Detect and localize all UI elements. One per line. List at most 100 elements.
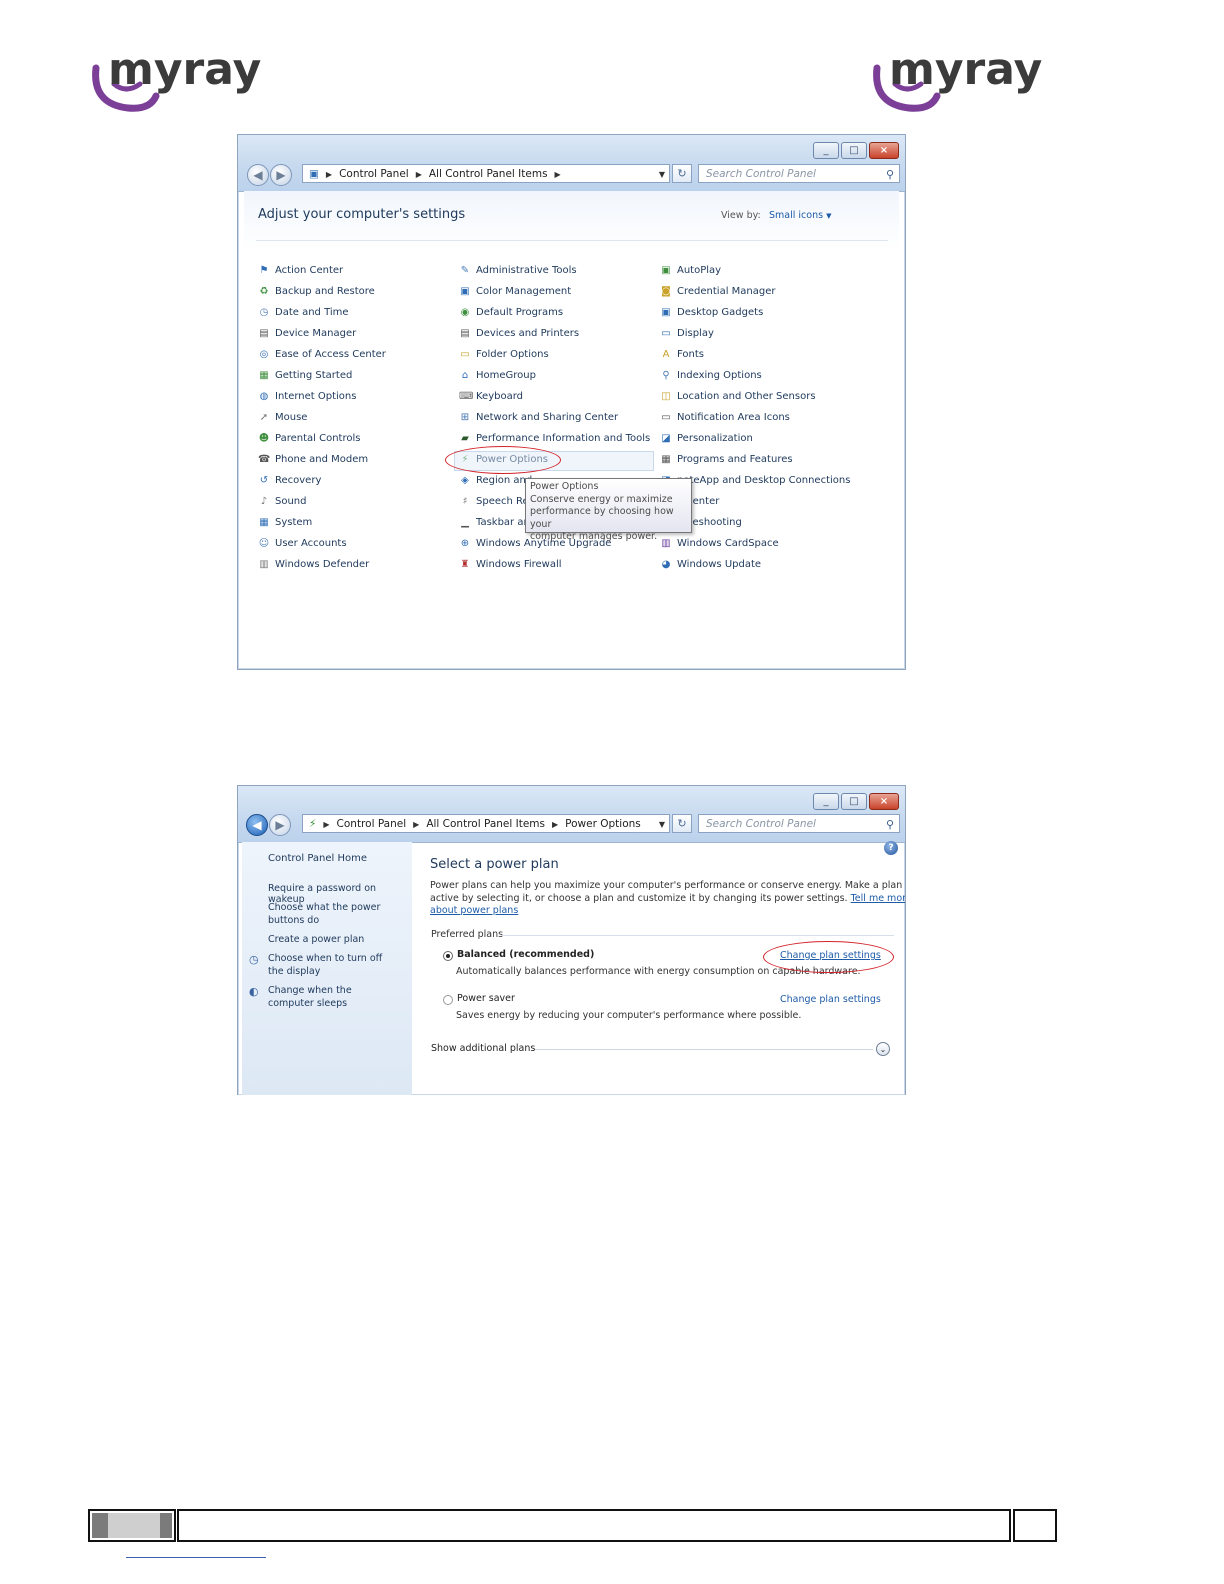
cp-item-sound[interactable]: ♪ Sound xyxy=(258,495,307,509)
search-input[interactable]: Search Control Panel ⚲ xyxy=(698,814,900,833)
cp-item-action-center[interactable]: ⚑ Action Center xyxy=(258,264,344,278)
maximize-button[interactable]: □ xyxy=(841,142,867,159)
search-icon[interactable]: ⚲ xyxy=(886,815,894,834)
cp-item-device-manager[interactable]: ▤ Device Manager xyxy=(258,327,356,341)
sidebar-link-power-buttons[interactable]: Choose what the power buttons do xyxy=(268,902,386,927)
chevron-down-icon[interactable]: ▼ xyxy=(659,815,665,834)
cp-item-label: Notification Area Icons xyxy=(677,412,790,423)
cp-item-credential-manager[interactable]: ◙ Credential Manager xyxy=(660,285,775,299)
cp-item-label: Indexing Options xyxy=(677,370,762,381)
minimize-button[interactable]: _ xyxy=(813,142,839,159)
back-button[interactable]: ◀ xyxy=(246,814,268,836)
cp-item-getting-started[interactable]: ▦ Getting Started xyxy=(258,369,352,383)
cp-item-recovery[interactable]: ↺ Recovery xyxy=(258,474,322,488)
cp-item-indexing-options[interactable]: ⚲ Indexing Options xyxy=(660,369,762,383)
breadcrumb-control-panel[interactable]: Control Panel xyxy=(337,818,407,830)
cp-item-user-accounts[interactable]: ☺ User Accounts xyxy=(258,537,347,551)
preferred-plans-label: Preferred plans xyxy=(431,929,504,940)
administrative-tools-icon: ✎ xyxy=(460,265,470,276)
cp-item-internet-options[interactable]: ◍ Internet Options xyxy=(258,390,357,404)
cp-item-programs-and-features[interactable]: ▦ Programs and Features xyxy=(660,453,792,467)
chevron-down-icon[interactable]: ▼ xyxy=(659,165,665,184)
cp-item-windows-firewall[interactable]: ♜ Windows Firewall xyxy=(459,558,562,572)
search-icon[interactable]: ⚲ xyxy=(886,165,894,184)
address-bar[interactable]: ▣ ▶ Control Panel ▶ All Control Panel Items ▶… xyxy=(302,164,670,183)
forward-button[interactable]: ▶ xyxy=(270,164,292,186)
cp-item-network-and-sharing-center[interactable]: ⊞ Network and Sharing Center xyxy=(459,411,618,425)
cp-item-default-programs[interactable]: ◉ Default Programs xyxy=(459,306,564,320)
forward-button[interactable]: ▶ xyxy=(269,814,291,836)
cp-item-label: Color Management xyxy=(476,286,572,297)
cp-item-windows-update[interactable]: ◕ Windows Update xyxy=(660,558,761,572)
help-icon[interactable]: ? xyxy=(884,841,898,855)
cp-item-devices-and-printers[interactable]: ▤ Devices and Printers xyxy=(459,327,579,341)
programs-and-features-icon: ▦ xyxy=(661,454,671,465)
cp-item-homegroup[interactable]: ⌂ HomeGroup xyxy=(459,369,536,383)
cp-item-performance-information-and-tools[interactable]: ▰ Performance Information and Tools xyxy=(459,432,650,446)
tooltip-line: performance by choosing how your xyxy=(530,506,674,530)
cp-item-phone-and-modem[interactable]: ☎ Phone and Modem xyxy=(258,453,368,467)
control-panel-home-link[interactable]: Control Panel Home xyxy=(268,853,367,864)
sidebar-link-sleep[interactable]: Change when the computer sleeps xyxy=(268,985,398,1010)
cp-item-keyboard[interactable]: ⌨ Keyboard xyxy=(459,390,523,404)
breadcrumb-all-items[interactable]: All Control Panel Items xyxy=(429,168,548,180)
view-by-dropdown[interactable]: Small icons ▼ xyxy=(769,210,831,221)
address-bar[interactable]: ⚡ ▶ Control Panel ▶ All Control Panel Items ▶… xyxy=(302,814,670,833)
cp-item-notification-area-icons[interactable]: ▭ Notification Area Icons xyxy=(660,411,790,425)
balanced-plan-name[interactable]: Balanced (recommended) xyxy=(457,949,594,960)
cp-item-personalization[interactable]: ◪ Personalization xyxy=(660,432,753,446)
page-title: Adjust your computer's settings xyxy=(258,207,466,222)
window-titlebar: _ □ × ◀ ▶ ▣ ▶ Control Panel ▶ All Control Pa… xyxy=(238,135,905,192)
cp-item-region-and-language[interactable]: ◈ Region and xyxy=(459,474,532,488)
tooltip-line: computer manages power. xyxy=(530,531,658,543)
tell-me-more-link[interactable]: Tell me more xyxy=(851,893,905,904)
cp-item-ease-of-access-center[interactable]: ◎ Ease of Access Center xyxy=(258,348,386,362)
cp-item-taskbar-and-start-menu[interactable]: ▁ Taskbar ar xyxy=(459,516,527,530)
cp-item-display[interactable]: ▭ Display xyxy=(660,327,714,341)
cp-item-autoplay[interactable]: ▣ AutoPlay xyxy=(660,264,721,278)
cp-item-speech-recognition[interactable]: ♯ Speech Re xyxy=(459,495,529,509)
power-saver-radio[interactable] xyxy=(443,995,453,1005)
cp-item-fonts[interactable]: A Fonts xyxy=(660,348,704,362)
search-input[interactable]: Search Control Panel ⚲ xyxy=(698,164,900,183)
cp-item-administrative-tools[interactable]: ✎ Administrative Tools xyxy=(459,264,577,278)
windows-defender-icon: ▥ xyxy=(259,559,269,570)
refresh-button[interactable]: ↻ xyxy=(672,814,692,833)
minimize-button[interactable]: _ xyxy=(813,793,839,810)
sidebar-link-create-plan[interactable]: Create a power plan xyxy=(268,934,388,945)
close-button[interactable]: × xyxy=(869,793,899,810)
search-placeholder: Search Control Panel xyxy=(706,818,816,830)
power-saver-change-settings-link[interactable]: Change plan settings xyxy=(780,994,881,1005)
cp-item-location-and-other-sensors[interactable]: ◫ Location and Other Sensors xyxy=(660,390,815,404)
balanced-radio[interactable] xyxy=(443,951,453,961)
cp-item-system[interactable]: ▦ System xyxy=(258,516,312,530)
breadcrumb-control-panel[interactable]: Control Panel xyxy=(339,168,409,180)
back-button[interactable]: ◀ xyxy=(247,164,269,186)
cp-item-parental-controls[interactable]: ☻ Parental Controls xyxy=(258,432,361,446)
sidebar-link-display[interactable]: Choose when to turn off the display xyxy=(268,953,400,978)
cp-item-windows-defender[interactable]: ▥ Windows Defender xyxy=(258,558,369,572)
cp-item-desktop-gadgets[interactable]: ▣ Desktop Gadgets xyxy=(660,306,763,320)
close-button[interactable]: × xyxy=(869,142,899,159)
cp-item-backup-and-restore[interactable]: ♻ Backup and Restore xyxy=(258,285,375,299)
power-options-icon: ⚡ xyxy=(309,818,317,830)
expand-chevron-icon[interactable]: ⌄ xyxy=(876,1042,890,1056)
power-saver-plan-name[interactable]: Power saver xyxy=(457,993,515,1004)
cp-item-label: Date and Time xyxy=(275,307,349,318)
refresh-button[interactable]: ↻ xyxy=(672,164,692,183)
divider xyxy=(535,1049,873,1050)
cp-item-label: Action Center xyxy=(275,265,344,276)
cp-item-label: Devices and Printers xyxy=(476,328,580,339)
breadcrumb-all-items[interactable]: All Control Panel Items xyxy=(426,818,545,830)
search-placeholder: Search Control Panel xyxy=(706,168,816,180)
show-additional-plans[interactable]: Show additional plans xyxy=(431,1043,535,1054)
cp-item-folder-options[interactable]: ▭ Folder Options xyxy=(459,348,548,362)
mouse-icon: ➚ xyxy=(259,412,269,423)
control-panel-icon: ▣ xyxy=(309,168,319,180)
cp-item-date-and-time[interactable]: ◷ Date and Time xyxy=(258,306,349,320)
breadcrumb-power-options[interactable]: Power Options xyxy=(565,818,641,830)
cp-item-color-management[interactable]: ▣ Color Management xyxy=(459,285,571,299)
cp-item-mouse[interactable]: ➚ Mouse xyxy=(258,411,308,425)
maximize-button[interactable]: □ xyxy=(841,793,867,810)
about-power-plans-link[interactable]: about power plans xyxy=(430,905,890,918)
